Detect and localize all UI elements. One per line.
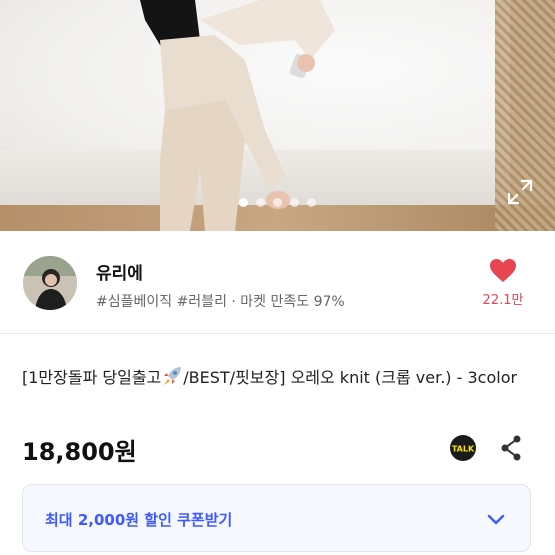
kakao-talk-icon[interactable]: TALK bbox=[449, 434, 477, 462]
like-button[interactable]: 22.1만 bbox=[473, 259, 533, 308]
carousel-dot-1[interactable] bbox=[239, 198, 248, 207]
rocket-icon bbox=[164, 367, 182, 385]
carousel-dot-2[interactable] bbox=[256, 198, 265, 207]
seller-name[interactable]: 유리에 bbox=[96, 259, 143, 284]
heart-icon bbox=[490, 259, 516, 282]
carousel-dot-3[interactable] bbox=[273, 198, 282, 207]
product-price: 18,800원 bbox=[22, 438, 137, 466]
seller-tags: #심플베이직 #러블리 · 마켓 만족도 97% bbox=[96, 294, 345, 310]
carousel-dot-4[interactable] bbox=[290, 198, 299, 207]
product-title-part2: /BEST/핏보장] 오레오 knit (크롭 ver.) - 3color bbox=[183, 368, 518, 387]
carousel-dot-5[interactable] bbox=[307, 198, 316, 207]
like-count: 22.1만 bbox=[482, 293, 524, 308]
coupon-button[interactable]: 최대 2,000원 할인 쿠폰받기 bbox=[22, 484, 531, 552]
talk-label: TALK bbox=[452, 445, 475, 454]
seller-avatar[interactable] bbox=[23, 256, 77, 310]
coupon-label: 최대 2,000원 할인 쿠폰받기 bbox=[45, 511, 233, 529]
product-title-part1: [1만장돌파 당일출고 bbox=[22, 368, 162, 387]
model-photo bbox=[140, 0, 335, 231]
carousel-indicator bbox=[0, 198, 555, 207]
avatar-image bbox=[23, 256, 77, 310]
chevron-down-icon bbox=[487, 514, 505, 525]
seller-info[interactable]: 유리에 #심플베이직 #러블리 · 마켓 만족도 97% 22.1만 bbox=[0, 231, 555, 334]
share-icon[interactable] bbox=[499, 434, 523, 462]
product-image-carousel[interactable] bbox=[0, 0, 555, 231]
product-title: [1만장돌파 당일출고/BEST/핏보장] 오레오 knit (크롭 ver.)… bbox=[22, 364, 537, 391]
